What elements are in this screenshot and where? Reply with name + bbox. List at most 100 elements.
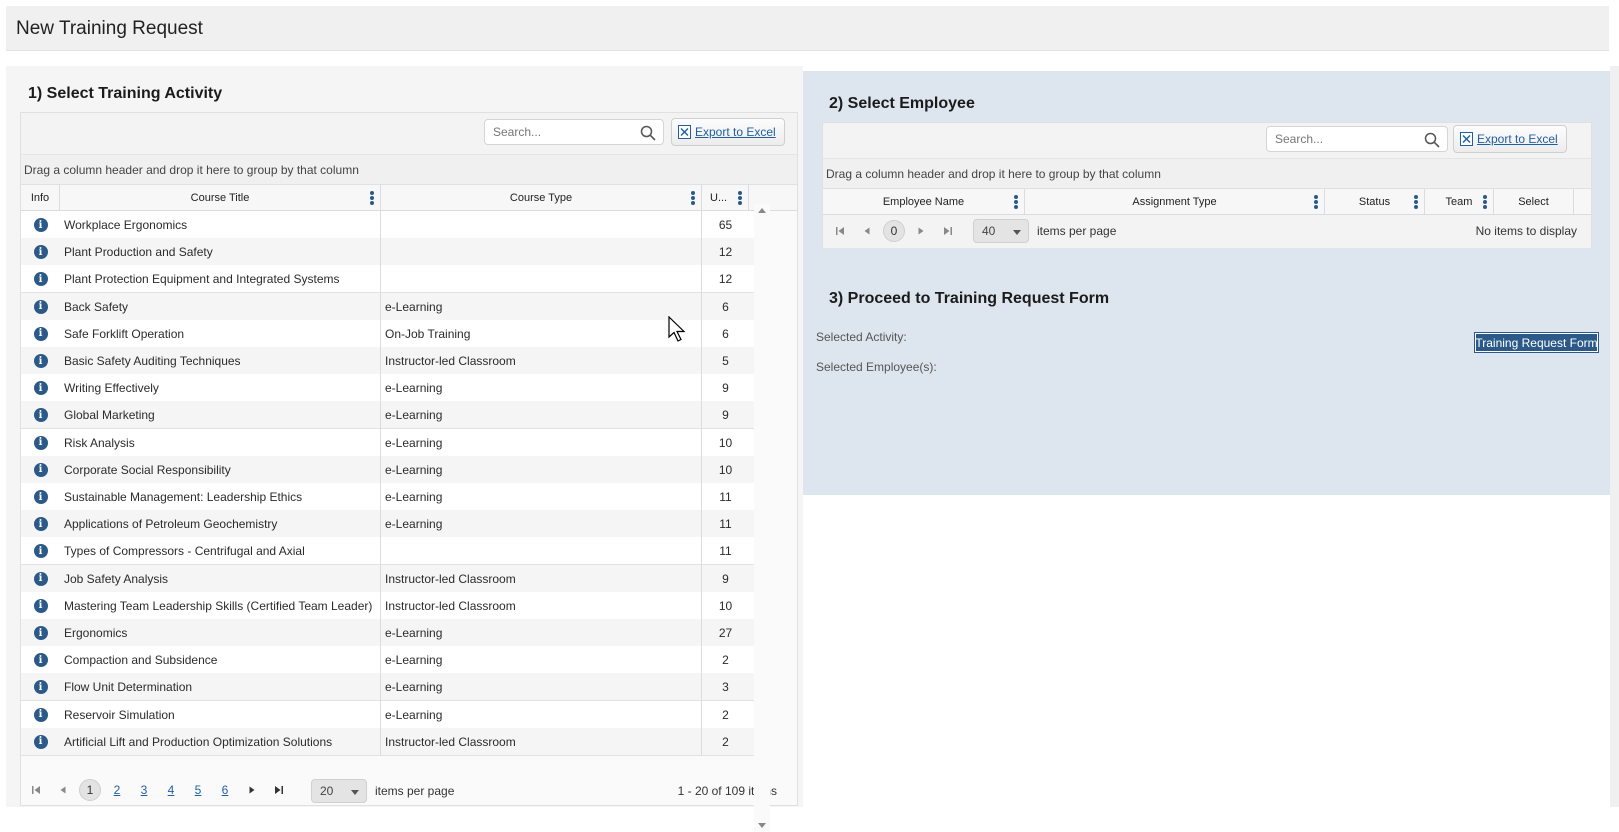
last-page-button[interactable]: [937, 220, 959, 242]
column-menu-icon[interactable]: [1314, 195, 1318, 209]
employee-search-input[interactable]: [1267, 127, 1447, 151]
page-button-3[interactable]: 3: [133, 779, 155, 801]
column-header-course-title[interactable]: Course Title: [60, 185, 381, 211]
info-icon[interactable]: i: [33, 626, 48, 640]
units-cell: 2: [722, 707, 729, 722]
column-menu-icon[interactable]: [738, 191, 742, 205]
next-page-button[interactable]: [241, 779, 263, 801]
first-page-icon: [32, 786, 40, 794]
info-icon[interactable]: i: [33, 299, 48, 314]
info-icon[interactable]: i: [33, 571, 48, 586]
activity-header-row: Info Course Title Course Type U...: [21, 185, 797, 211]
column-header-team[interactable]: Team: [1425, 189, 1494, 215]
column-header-employee-name[interactable]: Employee Name: [823, 189, 1025, 215]
column-header-info[interactable]: Info: [21, 185, 60, 211]
training-request-form-button[interactable]: Training Request Form: [1474, 332, 1599, 353]
info-icon[interactable]: i: [33, 381, 48, 396]
info-icon[interactable]: i: [33, 490, 48, 504]
activity-page-size-select[interactable]: 20: [311, 779, 367, 803]
selected-activity-label: Selected Activity:: [816, 330, 907, 344]
table-row[interactable]: i Plant Protection Equipment and Integrat…: [21, 265, 768, 294]
course-title-cell: Types of Compressors - Centrifugal and A…: [60, 537, 381, 566]
table-row[interactable]: i Mastering Team Leadership Skills (Certi…: [21, 591, 768, 620]
info-icon[interactable]: i: [33, 272, 48, 287]
table-row[interactable]: i Sustainable Management: Leadership Ethi…: [21, 483, 768, 511]
page-button-6[interactable]: 6: [214, 779, 236, 801]
employee-export-button[interactable]: Export to Excel: [1453, 125, 1567, 153]
info-icon[interactable]: i: [33, 734, 48, 749]
info-icon[interactable]: i: [33, 707, 48, 722]
course-type-cell: e-Learning: [381, 374, 702, 403]
table-row[interactable]: i Global Marketing e-Learning 9: [21, 401, 768, 430]
first-page-button[interactable]: [829, 220, 851, 242]
column-menu-icon[interactable]: [1014, 195, 1018, 209]
page-button-1[interactable]: 1: [79, 779, 101, 801]
info-icon[interactable]: i: [33, 598, 48, 613]
employee-page-size-select[interactable]: 40: [973, 219, 1029, 243]
info-icon[interactable]: i: [33, 462, 48, 477]
prev-page-button[interactable]: [856, 220, 878, 242]
page-scrollbar[interactable]: [1610, 66, 1619, 807]
search-icon[interactable]: [1424, 132, 1440, 148]
table-row[interactable]: i Flow Unit Determination e-Learning 3: [21, 673, 768, 702]
info-cell: i: [21, 510, 60, 538]
table-row[interactable]: i Job Safety Analysis Instructor-led Class…: [21, 564, 768, 593]
prev-page-button[interactable]: [52, 779, 74, 801]
table-row[interactable]: i Basic Safety Auditing Techniques Instruc…: [21, 347, 768, 375]
table-row[interactable]: i Safe Forklift Operation On-Job Training 6: [21, 319, 768, 348]
last-page-button[interactable]: [268, 779, 290, 801]
table-row[interactable]: i Workplace Ergonomics 65: [21, 211, 768, 239]
page-button-2[interactable]: 2: [106, 779, 128, 801]
next-page-button[interactable]: [910, 220, 932, 242]
info-icon[interactable]: i: [33, 435, 48, 450]
table-row[interactable]: i Risk Analysis e-Learning 10: [21, 428, 768, 457]
info-icon[interactable]: i: [33, 544, 48, 559]
course-title-cell: Basic Safety Auditing Techniques: [60, 347, 381, 375]
info-icon[interactable]: i: [33, 653, 48, 668]
page-button-5[interactable]: 5: [187, 779, 209, 801]
table-row[interactable]: i Reservoir Simulation e-Learning 2: [21, 700, 768, 729]
column-header-units[interactable]: U...: [702, 185, 749, 211]
scroll-up-icon[interactable]: [758, 208, 766, 213]
column-menu-icon[interactable]: [1414, 195, 1418, 209]
employee-group-hint: Drag a column header and drop it here to…: [823, 159, 1591, 189]
course-type-cell: e-Learning: [381, 700, 702, 729]
info-icon[interactable]: i: [33, 354, 48, 368]
column-header-status[interactable]: Status: [1325, 189, 1425, 215]
column-menu-icon[interactable]: [370, 191, 374, 205]
table-row[interactable]: i Ergonomics e-Learning 27: [21, 619, 768, 647]
table-row[interactable]: i Corporate Social Responsibility e-Learni…: [21, 455, 768, 484]
page-button-4[interactable]: 4: [160, 779, 182, 801]
info-icon[interactable]: i: [33, 517, 48, 532]
first-page-button[interactable]: [25, 779, 47, 801]
table-row[interactable]: i Back Safety e-Learning 6: [21, 292, 768, 321]
table-row[interactable]: i Plant Production and Safety 12: [21, 238, 768, 267]
info-icon[interactable]: i: [33, 408, 48, 423]
column-header-course-type[interactable]: Course Type: [381, 185, 702, 211]
info-icon[interactable]: i: [33, 245, 48, 260]
activity-page-size-value: 20: [320, 784, 334, 798]
activity-search-input[interactable]: [485, 120, 663, 144]
column-header-select[interactable]: Select: [1494, 189, 1574, 215]
course-title-cell: Flow Unit Determination: [60, 673, 381, 702]
info-icon[interactable]: i: [33, 326, 48, 341]
table-row[interactable]: i Types of Compressors - Centrifugal and …: [21, 537, 768, 566]
column-header-assignment-type[interactable]: Assignment Type: [1025, 189, 1325, 215]
info-icon[interactable]: i: [33, 218, 48, 232]
table-row[interactable]: i Applications of Petroleum Geochemistry e…: [21, 510, 768, 539]
search-icon[interactable]: [640, 125, 656, 141]
column-menu-icon[interactable]: [691, 191, 695, 205]
info-cell: i: [21, 429, 60, 457]
info-cell: i: [21, 374, 60, 402]
activity-export-button[interactable]: Export to Excel: [671, 118, 785, 146]
info-icon[interactable]: i: [33, 680, 48, 695]
table-row[interactable]: i Compaction and Subsidence e-Learning 2: [21, 646, 768, 675]
scroll-down-icon[interactable]: [758, 823, 766, 828]
column-header-info-label: Info: [30, 192, 50, 204]
units-cell: 10: [718, 435, 733, 450]
column-menu-icon[interactable]: [1483, 195, 1487, 209]
table-row[interactable]: i Artificial Lift and Production Optimiza…: [21, 727, 768, 756]
table-row[interactable]: i Writing Effectively e-Learning 9: [21, 374, 768, 403]
activity-grid-scrollbar[interactable]: [754, 204, 770, 832]
info-cell: i: [21, 320, 60, 348]
